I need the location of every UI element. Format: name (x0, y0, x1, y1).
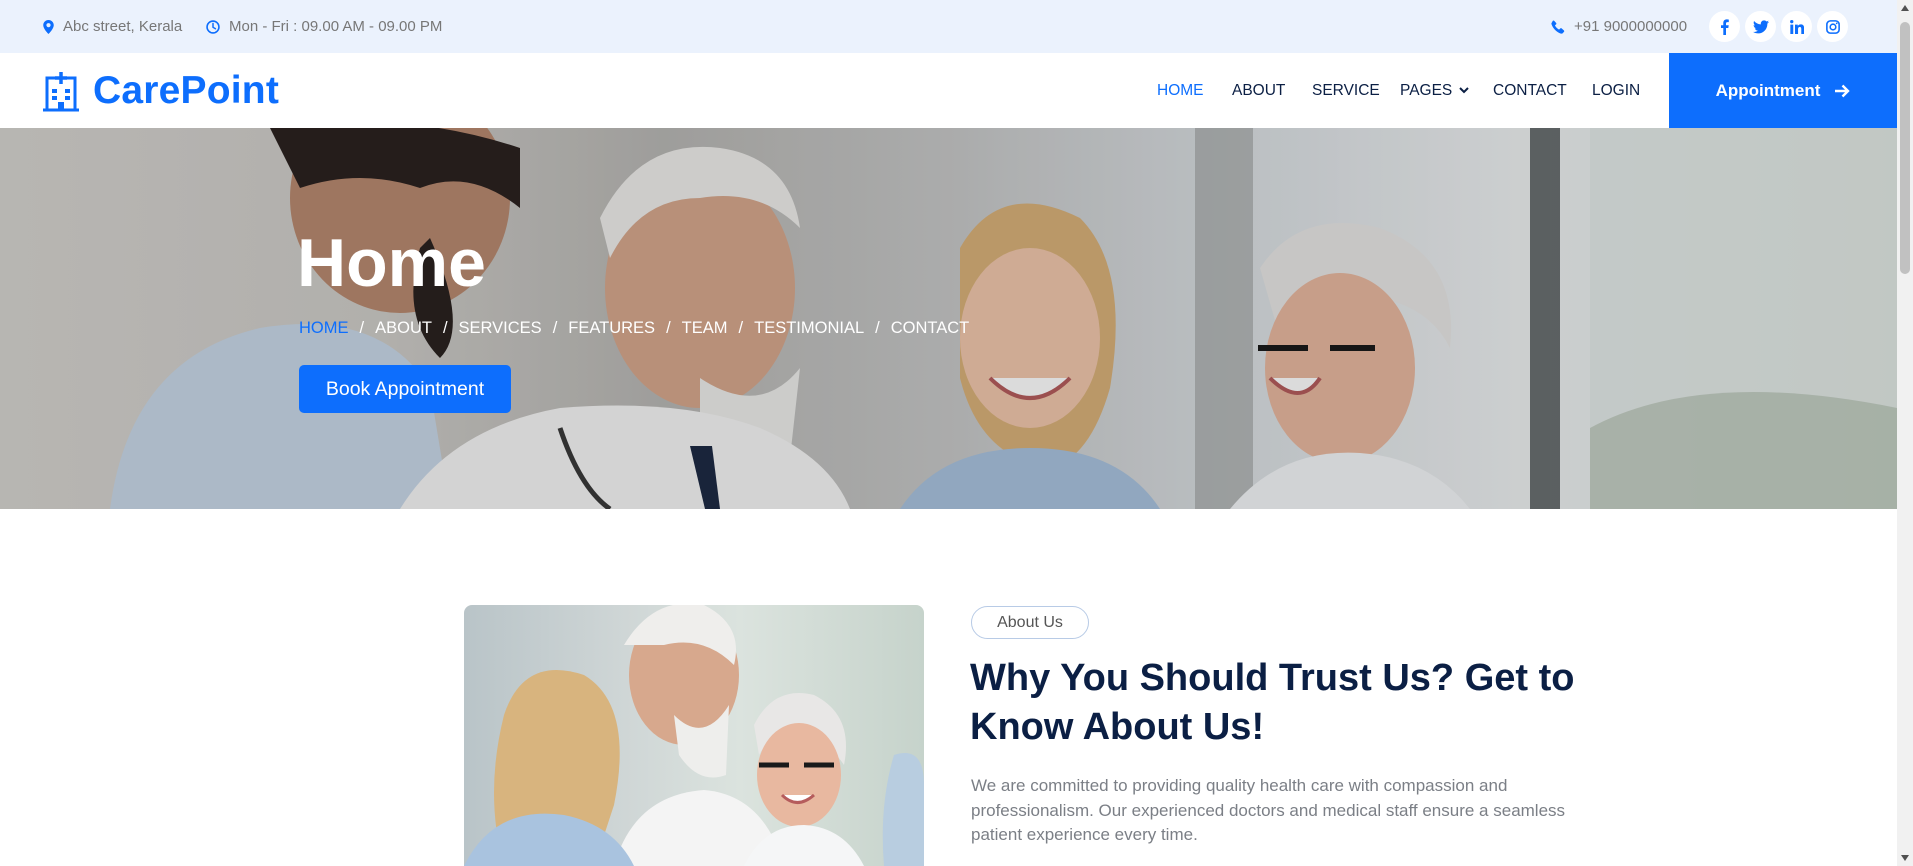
breadcrumb-contact[interactable]: CONTACT (891, 319, 970, 338)
breadcrumb-services[interactable]: SERVICES (459, 319, 542, 338)
arrow-right-icon (1835, 84, 1851, 97)
book-appointment-button[interactable]: Book Appointment (299, 365, 511, 413)
instagram-icon (1825, 19, 1840, 34)
about-image (464, 605, 924, 866)
breadcrumb-separator: / (666, 319, 671, 337)
nav-login[interactable]: LOGIN (1592, 53, 1640, 128)
nav-about[interactable]: ABOUT (1232, 53, 1285, 128)
map-pin-icon (43, 19, 54, 34)
breadcrumb: HOME / ABOUT / SERVICES / FEATURES / TEA… (299, 319, 969, 338)
phone-text: +91 9000000000 (1574, 18, 1688, 35)
breadcrumb-testimonial[interactable]: TESTIMONIAL (754, 319, 864, 338)
chevron-down-icon (1459, 87, 1469, 94)
appointment-button[interactable]: Appointment (1669, 53, 1897, 128)
nav-pages[interactable]: PAGES (1400, 53, 1469, 128)
scroll-down-arrow-icon[interactable] (1901, 855, 1909, 861)
page-scrollbar[interactable] (1897, 0, 1913, 866)
brand-name: CarePoint (93, 68, 280, 112)
about-description: We are committed to providing quality he… (971, 776, 1566, 844)
brand-logo[interactable]: CarePoint (43, 53, 279, 128)
hero-banner: Home HOME / ABOUT / SERVICES / FEATURES … (0, 128, 1897, 509)
twitter-icon (1752, 19, 1769, 33)
twitter-link[interactable] (1745, 11, 1776, 42)
about-photo (464, 605, 924, 866)
hospital-icon (43, 71, 79, 111)
address-text: Abc street, Kerala (63, 18, 183, 35)
nav-service[interactable]: SERVICE (1312, 53, 1380, 128)
clock-icon (206, 19, 220, 34)
about-heading: Why You Should Trust Us? Get to Know Abo… (970, 657, 1575, 748)
phone-info[interactable]: +91 9000000000 (1551, 0, 1687, 53)
breadcrumb-separator: / (875, 319, 880, 337)
hours-text: Mon - Fri : 09.00 AM - 09.00 PM (229, 18, 443, 35)
scroll-up-arrow-icon[interactable] (1901, 5, 1909, 11)
hours-info: Mon - Fri : 09.00 AM - 09.00 PM (206, 0, 442, 53)
appointment-button-label: Appointment (1715, 80, 1821, 100)
linkedin-link[interactable] (1781, 11, 1812, 42)
top-info-bar: Abc street, Kerala Mon - Fri : 09.00 AM … (0, 0, 1897, 53)
nav-home[interactable]: HOME (1157, 53, 1204, 128)
breadcrumb-features[interactable]: FEATURES (568, 319, 655, 338)
breadcrumb-separator: / (738, 319, 744, 337)
nav-pages-label: PAGES (1400, 81, 1453, 99)
scrollbar-thumb[interactable] (1900, 22, 1910, 274)
linkedin-icon (1789, 19, 1804, 34)
breadcrumb-team[interactable]: TEAM (682, 319, 728, 338)
breadcrumb-separator: / (552, 319, 558, 337)
nav-contact[interactable]: CONTACT (1493, 53, 1567, 128)
page-title: Home (297, 225, 486, 301)
breadcrumb-separator: / (359, 319, 365, 337)
facebook-icon (1721, 18, 1729, 35)
about-badge: About Us (971, 606, 1089, 639)
phone-icon (1551, 19, 1565, 34)
facebook-link[interactable] (1709, 11, 1740, 42)
instagram-link[interactable] (1817, 11, 1848, 42)
breadcrumb-separator: / (442, 319, 448, 337)
breadcrumb-home[interactable]: HOME (299, 319, 349, 338)
main-navbar: CarePoint HOME ABOUT SERVICE PAGES CONTA… (0, 53, 1897, 128)
breadcrumb-about[interactable]: ABOUT (375, 319, 432, 338)
address-info: Abc street, Kerala (43, 0, 182, 53)
